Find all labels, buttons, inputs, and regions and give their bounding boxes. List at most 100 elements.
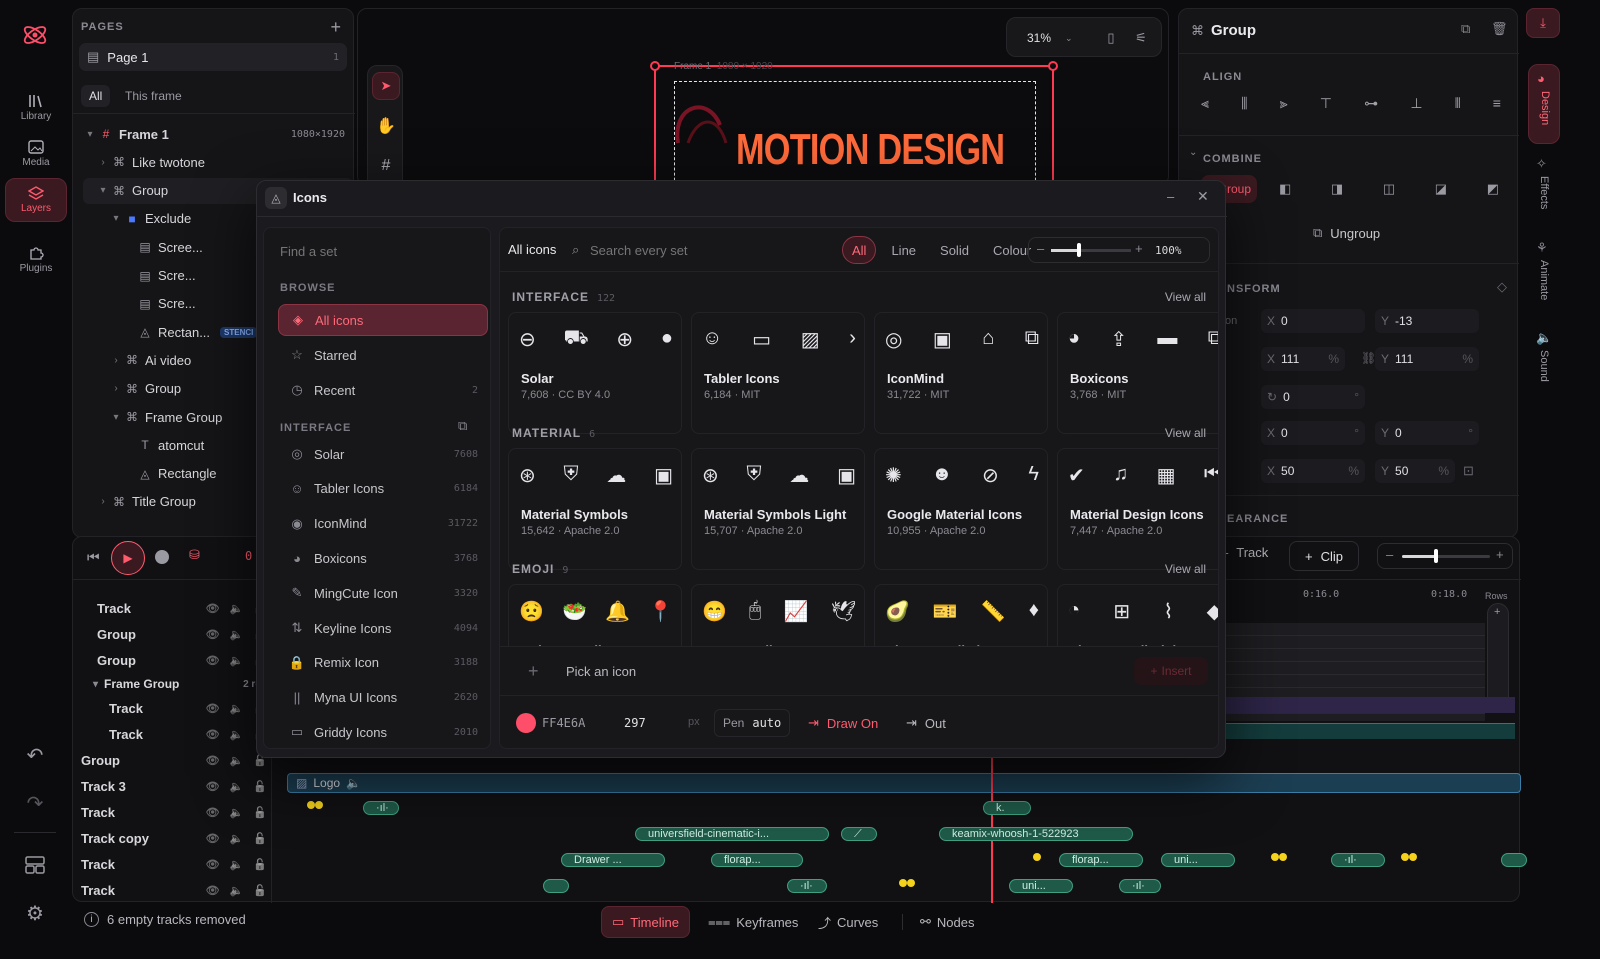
- chevron-down-icon[interactable]: ▾: [109, 412, 123, 423]
- width-field[interactable]: X 111%: [1261, 347, 1345, 371]
- preview-icon[interactable]: ▣: [654, 463, 673, 488]
- play-button[interactable]: ▶: [111, 541, 145, 575]
- export-button[interactable]: ⤓: [1526, 8, 1560, 38]
- lock-icon[interactable]: 🔓: [253, 858, 267, 871]
- anchor-y-field[interactable]: Y 50%: [1375, 459, 1455, 483]
- preview-icon[interactable]: ⊕: [616, 327, 633, 352]
- audio-clip[interactable]: k.: [983, 801, 1031, 815]
- keyframe[interactable]: [1401, 853, 1409, 861]
- eye-icon[interactable]: 👁: [206, 628, 220, 641]
- preview-icon[interactable]: ϟ: [1028, 463, 1039, 488]
- color-swatch[interactable]: [516, 713, 536, 733]
- keyframe[interactable]: [899, 879, 907, 887]
- preview-icon[interactable]: ◎: [885, 327, 902, 352]
- logo-clip[interactable]: ▨ Logo 🔈: [287, 773, 1521, 793]
- audio-clip[interactable]: florap...: [1059, 853, 1143, 867]
- side-tab-sound[interactable]: 🔈 Sound: [1528, 328, 1560, 398]
- frame-selection[interactable]: Frame 1 1080 × 1920 MOTION DESIGN: [650, 61, 1058, 201]
- tab-keyframes[interactable]: ⩶ Keyframes: [698, 906, 808, 938]
- preview-icon[interactable]: ▣: [933, 327, 952, 352]
- duplicate-icon[interactable]: ⧉: [1461, 21, 1470, 37]
- preview-icon[interactable]: ▬: [1157, 327, 1177, 352]
- preview-icon[interactable]: ⊛: [519, 463, 536, 488]
- anchor-x-field[interactable]: X 50%: [1261, 459, 1365, 483]
- volume-icon[interactable]: 🔈: [230, 780, 244, 793]
- insert-button[interactable]: + Insert: [1134, 657, 1208, 685]
- distribute-h-icon[interactable]: ⫴: [1455, 95, 1461, 117]
- chevron-down-icon[interactable]: ⌄: [1189, 147, 1197, 158]
- size-thumb[interactable]: [1077, 243, 1081, 257]
- y-field[interactable]: Y -13: [1375, 309, 1479, 333]
- side-tab-animate[interactable]: ⚘ Animate: [1528, 238, 1560, 314]
- set-item[interactable]: ▭ Griddy Icons 2010: [278, 716, 488, 748]
- zoom-out-icon[interactable]: –: [1386, 547, 1393, 562]
- tab-timeline[interactable]: ▭ Timeline: [601, 906, 690, 938]
- keyframe[interactable]: [307, 801, 315, 809]
- anchor-grid-icon[interactable]: ⊡: [1463, 463, 1474, 479]
- preview-icon[interactable]: ⇪: [1110, 327, 1127, 352]
- preview-icon[interactable]: ✺: [885, 463, 902, 488]
- search-input[interactable]: [590, 238, 820, 262]
- preview-icon[interactable]: 🎫: [933, 599, 958, 624]
- draw-on-button[interactable]: ⇥ Draw On: [800, 709, 886, 737]
- keyframe[interactable]: [315, 801, 323, 809]
- eye-icon[interactable]: 👁: [206, 832, 220, 845]
- canvas-settings-icon[interactable]: ⚟: [1131, 28, 1151, 48]
- align-left-icon[interactable]: ⫷: [1201, 95, 1209, 117]
- eye-icon[interactable]: 👁: [206, 602, 220, 615]
- preview-icon[interactable]: 🖱: [749, 599, 761, 624]
- preview-icon[interactable]: 🥑: [885, 599, 910, 624]
- delete-icon[interactable]: 🗑: [1491, 21, 1508, 37]
- chevron-down-icon[interactable]: ▾: [109, 213, 123, 224]
- layer-row[interactable]: › ⌘ Like twotone: [83, 149, 353, 175]
- align-bottom-icon[interactable]: ⊥: [1410, 95, 1422, 117]
- audio-clip[interactable]: keamix-whoosh-1-522923: [939, 827, 1133, 841]
- volume-icon[interactable]: 🔈: [230, 884, 244, 897]
- redo-icon[interactable]: ↷: [22, 790, 48, 816]
- audio-clip[interactable]: [1501, 853, 1527, 867]
- preview-icon[interactable]: ⊖: [519, 327, 536, 352]
- add-clip-button[interactable]: + Clip: [1289, 541, 1359, 571]
- zoom-select[interactable]: 31% ⌄: [1017, 26, 1081, 50]
- audio-clip[interactable]: [543, 879, 569, 893]
- skip-back-icon[interactable]: ⏮: [87, 549, 100, 566]
- volume-icon[interactable]: 🔈: [230, 858, 244, 871]
- align-center-h-icon[interactable]: ⫼: [1241, 95, 1247, 117]
- color-hex[interactable]: FF4E6A: [542, 716, 585, 730]
- preview-icon[interactable]: 📍: [648, 599, 673, 624]
- align-right-icon[interactable]: ⫸: [1280, 95, 1288, 117]
- audio-clip[interactable]: uni...: [1009, 879, 1073, 893]
- volume-icon[interactable]: 🔈: [230, 602, 244, 615]
- set-item[interactable]: ✎ MingCute Icon 3320: [278, 577, 488, 609]
- preview-icon[interactable]: ▭: [752, 327, 771, 352]
- icon-set-card[interactable]: ⊖ ⛟ ⊕ ● Solar 7,608 · CC BY 4.0: [508, 312, 682, 434]
- set-item[interactable]: || Myna UI Icons 2620: [278, 682, 488, 714]
- eye-icon[interactable]: 👁: [206, 858, 220, 871]
- preview-icon[interactable]: ▨: [801, 327, 820, 352]
- preview-icon[interactable]: ♦: [1029, 599, 1039, 624]
- record-icon[interactable]: [155, 550, 169, 564]
- filter-all[interactable]: All: [842, 236, 877, 264]
- eye-icon[interactable]: 👁: [206, 754, 220, 767]
- hand-tool-icon[interactable]: ✋: [372, 112, 400, 140]
- set-item[interactable]: ☺ Tabler Icons 6184: [278, 473, 488, 505]
- skew-y-field[interactable]: Y 0 °: [1375, 421, 1479, 445]
- filter-solid[interactable]: Solid: [931, 236, 978, 264]
- app-logo-icon[interactable]: [20, 20, 50, 50]
- resize-handle[interactable]: [1048, 61, 1058, 71]
- size-plus-icon[interactable]: +: [1135, 241, 1143, 256]
- preview-icon[interactable]: ⏮: [1204, 463, 1218, 488]
- preview-icon[interactable]: 🥗: [562, 599, 587, 624]
- icon-set-card[interactable]: ◕ ⇪ ▬ ⧉ Boxicons 3,768 · MIT: [1057, 312, 1218, 434]
- audio-clip[interactable]: ·ıl·: [787, 879, 827, 893]
- track-row[interactable]: Track👁🔈🔓: [73, 595, 273, 621]
- minimize-icon[interactable]: –: [1167, 189, 1174, 204]
- preview-icon[interactable]: 😟: [519, 599, 544, 624]
- audio-clip[interactable]: ·ıl·: [363, 801, 399, 815]
- icon-set-card[interactable]: ◎ ▣ ⌂ ⧉ IconMind 31,722 · MIT: [874, 312, 1048, 434]
- preview-icon[interactable]: ⛨: [747, 463, 762, 488]
- preview-icon[interactable]: ▦: [1157, 463, 1176, 488]
- preview-icon[interactable]: ⊞: [1113, 599, 1130, 624]
- eye-icon[interactable]: 👁: [206, 654, 220, 667]
- out-button[interactable]: ⇥ Out: [898, 709, 954, 737]
